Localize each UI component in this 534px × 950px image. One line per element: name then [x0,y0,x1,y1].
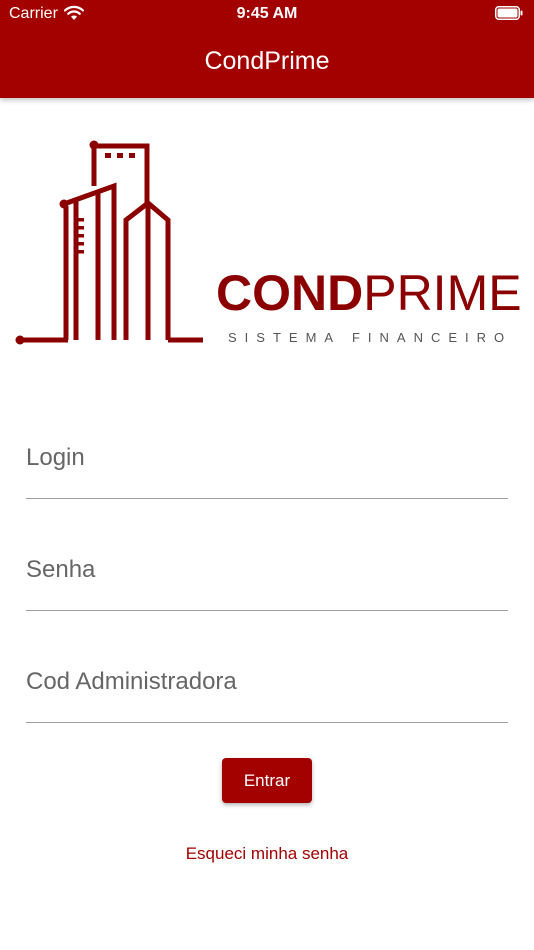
battery-icon [495,6,523,20]
login-button[interactable]: Entrar [222,758,312,803]
password-field[interactable] [26,550,508,611]
admin-code-input[interactable] [26,668,508,696]
status-bar: Carrier 9:45 AM [0,0,534,28]
brand-name: CONDPRIME [216,265,522,321]
forgot-password-link[interactable]: Esqueci minha senha [0,844,534,864]
login-input[interactable] [26,444,508,472]
login-field[interactable] [26,438,508,499]
building-icon [15,140,203,345]
brand-tagline: SISTEMA FINANCEIRO [228,330,512,345]
brand-name-light: PRIME [363,265,521,321]
app-header: Carrier 9:45 AM CondPrime [0,0,534,98]
page-title: CondPrime [204,47,330,75]
admin-code-field[interactable] [26,662,508,723]
brand-name-bold: COND [216,265,363,321]
condprime-logo: CONDPRIME SISTEMA FINANCEIRO [15,140,522,345]
status-time: 9:45 AM [236,5,298,22]
password-input[interactable] [26,556,508,584]
